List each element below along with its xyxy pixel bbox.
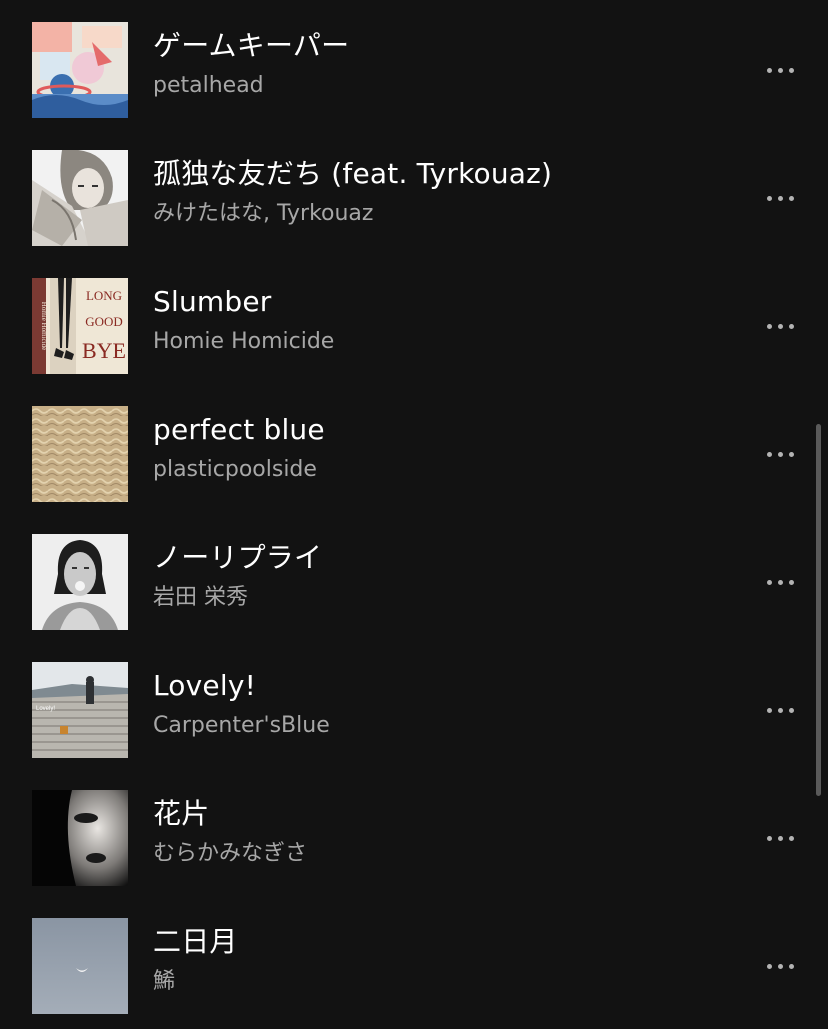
- track-artist: 岩田 栄秀: [153, 585, 248, 610]
- track-artist: むらかみなぎさ: [153, 841, 308, 866]
- track-title: perfect blue: [153, 413, 325, 446]
- track-artist: Carpenter'sBlue: [153, 713, 330, 738]
- album-cover: [32, 406, 128, 502]
- more-options-icon[interactable]: [758, 311, 802, 341]
- album-cover: Homie Homicide LONG GOOD BYE: [32, 278, 128, 374]
- album-cover: [32, 790, 128, 886]
- track-title: ノーリプライ: [153, 541, 323, 574]
- cover-text-line1: LONG: [86, 288, 122, 303]
- album-cover: [32, 918, 128, 1014]
- scrollbar[interactable]: [816, 424, 821, 796]
- track-title: 孤独な友だち (feat. Tyrkouaz): [153, 157, 553, 190]
- track-artist: 鯑: [153, 969, 176, 994]
- track-title: Lovely!: [153, 669, 257, 702]
- track-row[interactable]: 二日月 鯑: [0, 896, 828, 1024]
- track-row[interactable]: ゲームキーパー petalhead: [0, 0, 828, 128]
- track-artist: Homie Homicide: [153, 329, 335, 354]
- track-row[interactable]: perfect blue plasticpoolside: [0, 384, 828, 512]
- track-title: ゲームキーパー: [153, 29, 350, 62]
- cover-side-text: Homie Homicide: [40, 302, 48, 350]
- cover-text-line3: BYE: [82, 338, 126, 363]
- more-options-icon[interactable]: [758, 823, 802, 853]
- track-artist: petalhead: [153, 73, 264, 98]
- track-title: 花片: [153, 797, 210, 830]
- track-list: ゲームキーパー petalhead 孤独な友だち (feat. Tyrkouaz…: [0, 0, 828, 1029]
- more-options-icon[interactable]: [758, 183, 802, 213]
- track-title: 二日月: [153, 925, 238, 958]
- track-row[interactable]: Lovely! Lovely! Carpenter'sBlue: [0, 640, 828, 768]
- more-options-icon[interactable]: [758, 567, 802, 597]
- more-options-icon[interactable]: [758, 439, 802, 469]
- track-row[interactable]: Homie Homicide LONG GOOD BYE Slumber Hom…: [0, 256, 828, 384]
- album-cover: [32, 534, 128, 630]
- track-title: Slumber: [153, 285, 272, 318]
- track-row[interactable]: ノーリプライ 岩田 栄秀: [0, 512, 828, 640]
- more-options-icon[interactable]: [758, 55, 802, 85]
- more-options-icon[interactable]: [758, 951, 802, 981]
- track-artist: みけたはな, Tyrkouaz: [153, 201, 374, 226]
- album-cover: [32, 150, 128, 246]
- track-artist: plasticpoolside: [153, 457, 317, 482]
- track-row[interactable]: 孤独な友だち (feat. Tyrkouaz) みけたはな, Tyrkouaz: [0, 128, 828, 256]
- album-cover: [32, 22, 128, 118]
- more-options-icon[interactable]: [758, 695, 802, 725]
- track-row[interactable]: 花片 むらかみなぎさ: [0, 768, 828, 896]
- album-cover: Lovely!: [32, 662, 128, 758]
- cover-label: Lovely!: [36, 706, 55, 712]
- cover-text-line2: GOOD: [85, 314, 123, 329]
